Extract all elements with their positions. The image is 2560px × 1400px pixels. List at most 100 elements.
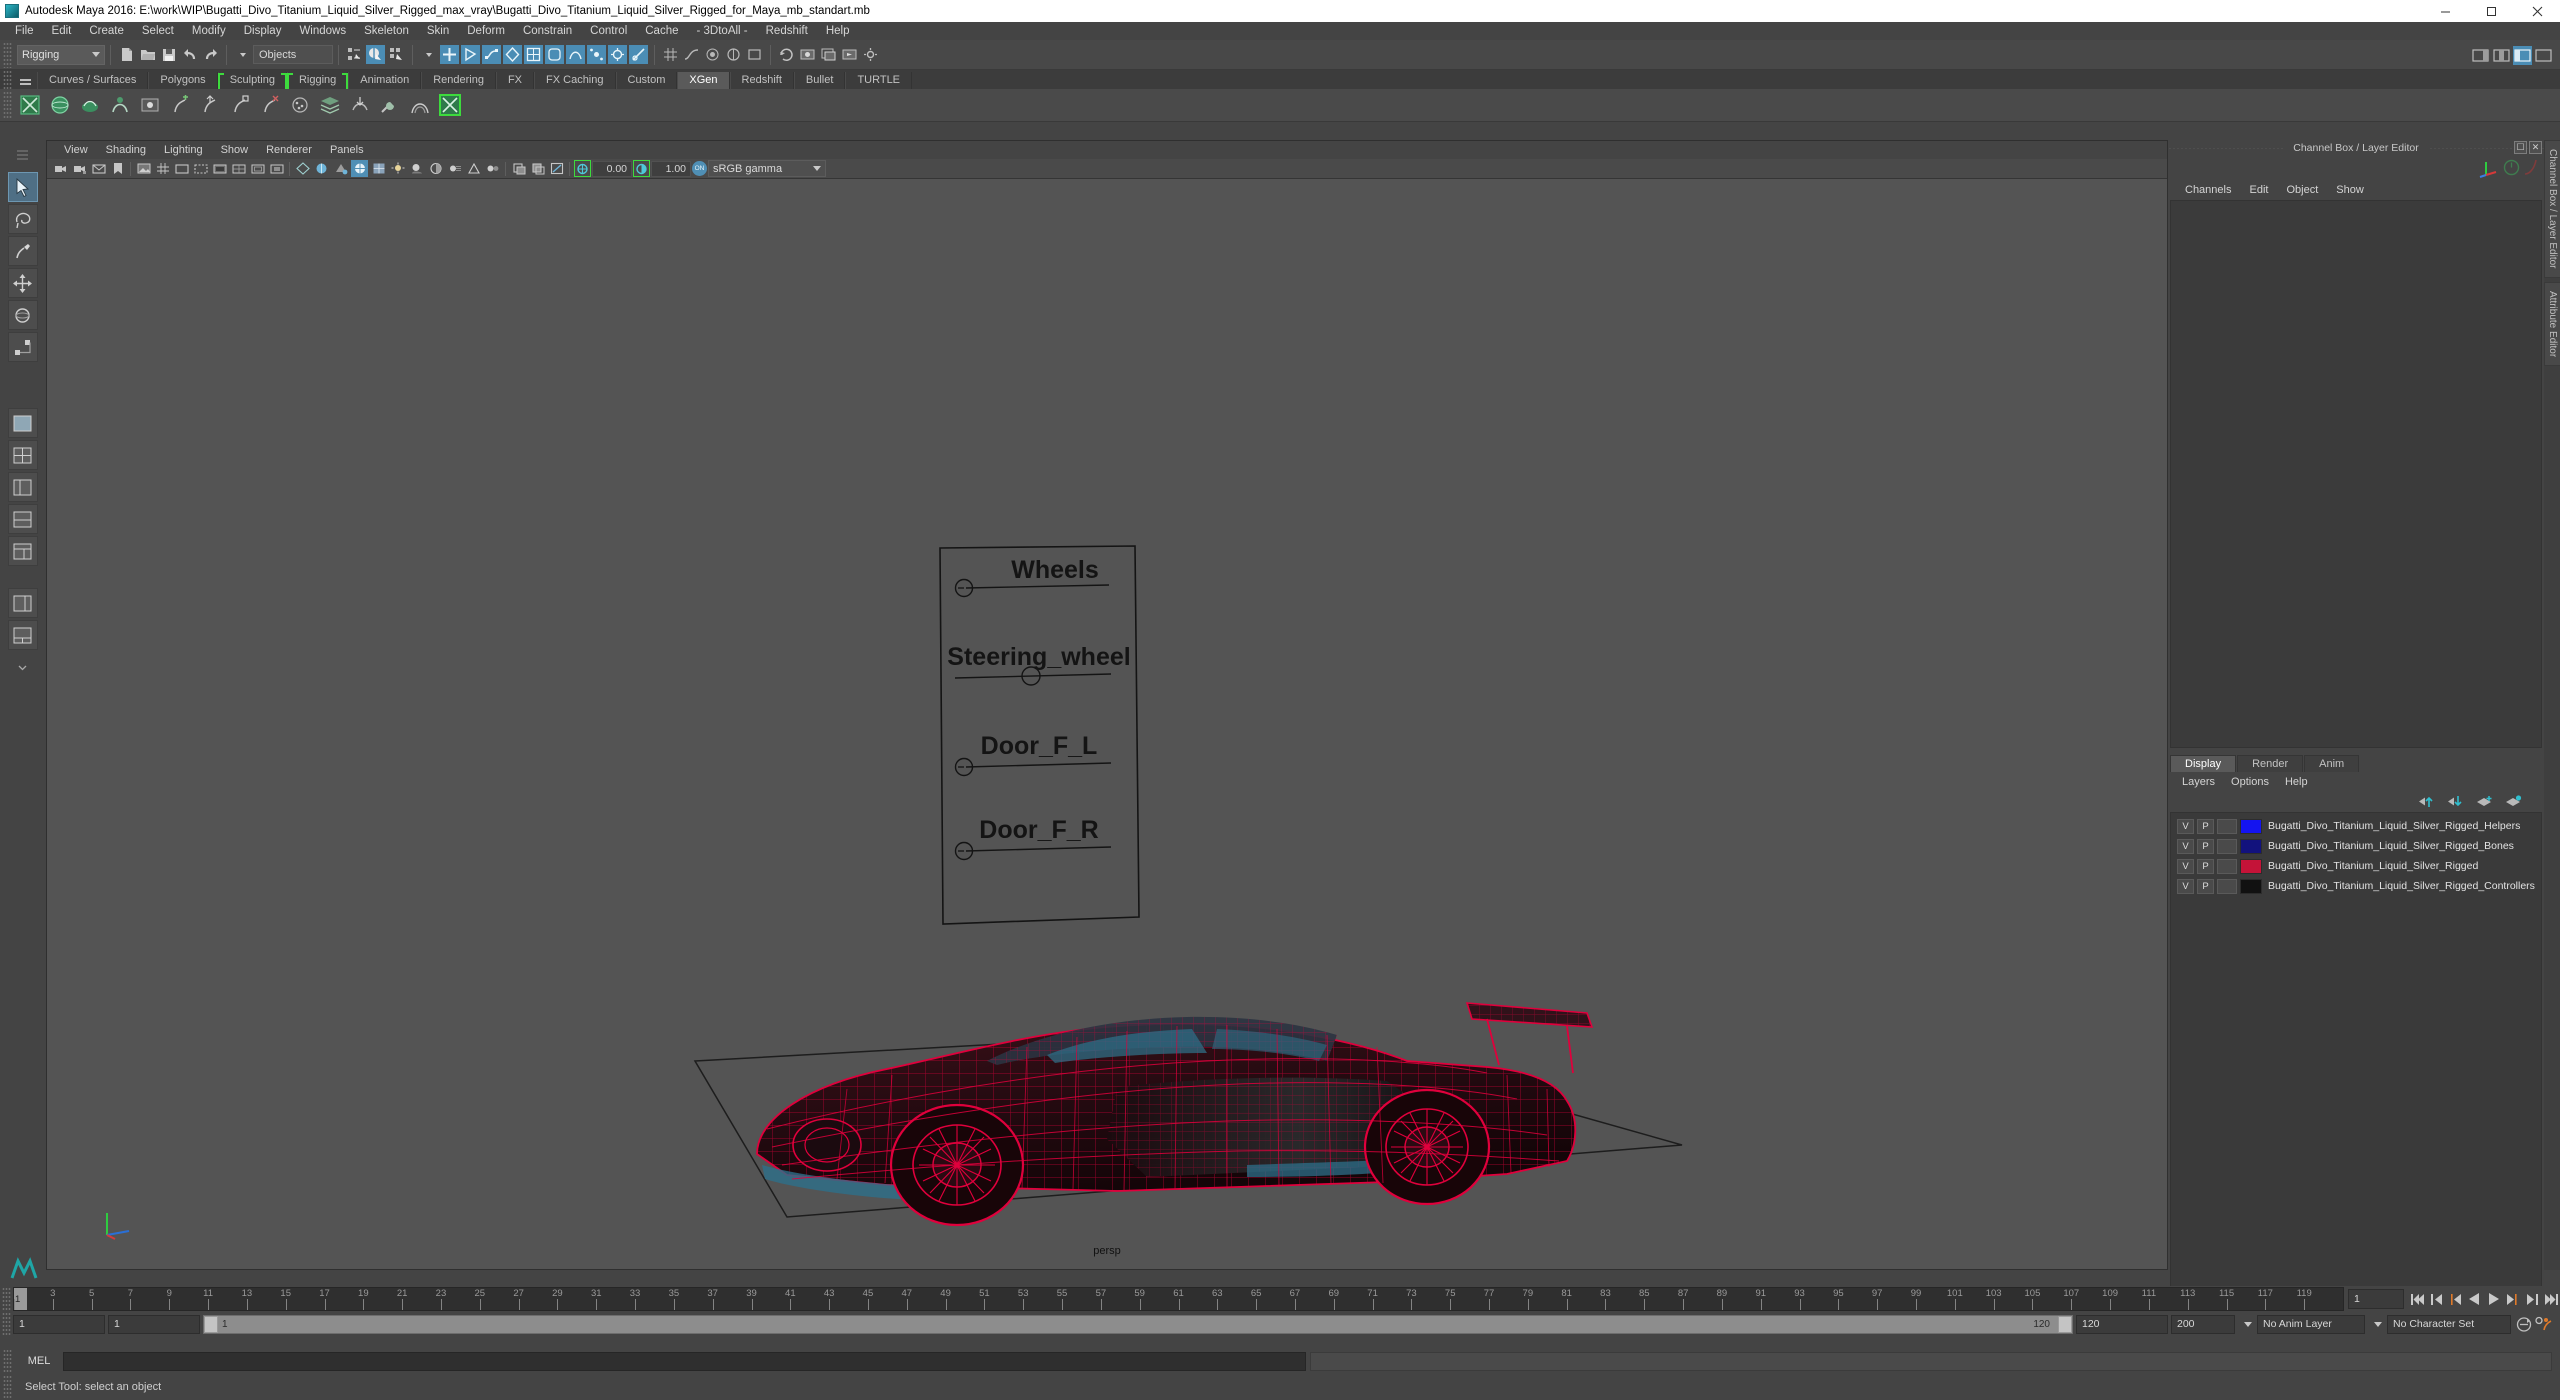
layer-color-swatch[interactable] (2240, 878, 2262, 894)
save-scene-icon[interactable] (159, 45, 178, 64)
smooth-shade-all-icon[interactable] (313, 160, 330, 177)
menu-skeleton[interactable]: Skeleton (355, 22, 418, 40)
step-forward-key-icon[interactable] (2522, 1289, 2541, 1309)
xgen-density-brush-icon[interactable] (287, 92, 313, 119)
xgen-collection-icon[interactable] (317, 92, 343, 119)
xgen-splines-icon[interactable] (77, 92, 103, 119)
move-layer-up-icon[interactable] (2418, 795, 2435, 808)
move-tool-button[interactable] (7, 268, 38, 298)
play-backwards-icon[interactable] (2465, 1289, 2484, 1309)
character-set-selector[interactable]: No Character Set (2387, 1314, 2511, 1334)
lasso-tool-button[interactable] (7, 204, 38, 234)
gate-mask-icon[interactable] (211, 160, 228, 177)
manipulator-axes-icon[interactable] (2478, 158, 2500, 178)
viewport-menu-shading[interactable]: Shading (97, 141, 155, 159)
texture-display-icon[interactable] (370, 160, 387, 177)
snap-curve-icon[interactable] (682, 45, 701, 64)
channel-box-content[interactable] (2170, 200, 2542, 748)
xgen-guides-move-icon[interactable] (197, 92, 223, 119)
use-all-lights-icon[interactable] (389, 160, 406, 177)
play-forwards-icon[interactable] (2484, 1289, 2503, 1309)
viewport-menu-view[interactable]: View (55, 141, 97, 159)
viewport-menu-lighting[interactable]: Lighting (155, 141, 212, 159)
layer-visibility-toggle[interactable]: V (2177, 818, 2194, 834)
selection-mask-chevron-icon[interactable] (233, 45, 252, 64)
layer-tab-anim[interactable]: Anim (2304, 755, 2360, 772)
curve-tangent-icon[interactable] (2523, 158, 2538, 176)
mask-curves-icon[interactable] (482, 45, 501, 64)
sidebar-toggle-none-icon[interactable] (2534, 46, 2553, 65)
redo-icon[interactable] (201, 45, 220, 64)
isolate-select-icon[interactable] (510, 160, 527, 177)
layer-row-bones[interactable]: V P Bugatti_Divo_Titanium_Liquid_Silver_… (2171, 836, 2541, 856)
menu-redshift[interactable]: Redshift (757, 22, 817, 40)
smooth-shade-selected-icon[interactable] (332, 160, 349, 177)
anim-layer-selector[interactable]: No Anim Layer (2257, 1314, 2365, 1334)
safe-action-icon[interactable] (249, 160, 266, 177)
field-chart-icon[interactable] (230, 160, 247, 177)
time-slider-playhead[interactable]: 1 (14, 1288, 27, 1310)
ipr-render-icon[interactable] (840, 45, 859, 64)
xgen-utility-icon[interactable] (377, 92, 403, 119)
go-to-start-icon[interactable] (2408, 1289, 2427, 1309)
layer-playback-toggle[interactable]: P (2197, 838, 2214, 854)
layer-row-controllers[interactable]: V P Bugatti_Divo_Titanium_Liquid_Silver_… (2171, 876, 2541, 896)
depth-of-field-icon[interactable] (484, 160, 501, 177)
auto-keyframe-toggle-icon[interactable] (2514, 1314, 2533, 1334)
range-left-handle[interactable] (204, 1315, 218, 1333)
menu-modify[interactable]: Modify (183, 22, 235, 40)
snap-grid-icon[interactable] (661, 45, 680, 64)
mask-misc-icon[interactable] (629, 45, 648, 64)
go-to-end-icon[interactable] (2541, 1289, 2560, 1309)
xgen-groom-icon[interactable] (107, 92, 133, 119)
wireframe-shading-icon[interactable] (294, 160, 311, 177)
move-layer-down-icon[interactable] (2447, 795, 2464, 808)
shelf-menu-icon[interactable] (17, 73, 33, 86)
panel-close-icon[interactable]: ✕ (2529, 141, 2542, 154)
shelf-tab-fx[interactable]: FX (495, 72, 535, 89)
shelf-tab-custom[interactable]: Custom (615, 72, 678, 89)
paint-select-tool-button[interactable] (7, 236, 38, 266)
shelf-tab-redshift[interactable]: Redshift (729, 72, 794, 89)
menu-display[interactable]: Display (235, 22, 291, 40)
layer-color-swatch[interactable] (2240, 838, 2262, 854)
layer-display-type-toggle[interactable] (2217, 878, 2237, 894)
toolbox-drag-handle[interactable] (8, 140, 38, 170)
help-line-drag-handle[interactable] (3, 1375, 12, 1399)
viewport-menu-show[interactable]: Show (212, 141, 258, 159)
menu-help[interactable]: Help (817, 22, 859, 40)
snap-projected-center-icon[interactable] (724, 45, 743, 64)
menu-create[interactable]: Create (80, 22, 133, 40)
layer-menu-layers[interactable]: Layers (2174, 772, 2223, 792)
panel-undock-icon[interactable]: ☐ (2514, 141, 2527, 154)
mask-dynamics-icon[interactable] (587, 45, 606, 64)
layout-persp-outliner-button[interactable] (7, 588, 38, 618)
display-layer-list[interactable]: V P Bugatti_Divo_Titanium_Liquid_Silver_… (2170, 812, 2542, 1292)
snap-point-icon[interactable] (703, 45, 722, 64)
mask-deformers-icon[interactable] (566, 45, 585, 64)
command-input-field[interactable] (63, 1351, 1306, 1371)
layer-display-type-toggle[interactable] (2217, 838, 2237, 854)
viewport-menu-renderer[interactable]: Renderer (257, 141, 321, 159)
xgen-interactive-groom-icon[interactable] (407, 92, 433, 119)
shelf-drag-handle[interactable] (3, 70, 12, 89)
xgen-export-icon[interactable] (347, 92, 373, 119)
render-view-icon[interactable] (798, 45, 817, 64)
xray-joints-icon[interactable] (548, 160, 565, 177)
xray-icon[interactable] (529, 160, 546, 177)
new-scene-icon[interactable] (117, 45, 136, 64)
channel-menu-edit[interactable]: Edit (2240, 180, 2277, 200)
wireframe-on-shaded-icon[interactable] (351, 160, 368, 177)
mask-polygons-icon[interactable] (524, 45, 543, 64)
command-line-drag-handle[interactable] (3, 1349, 12, 1373)
menu-control[interactable]: Control (581, 22, 636, 40)
shelf-tab-bullet[interactable]: Bullet (793, 72, 846, 89)
layer-playback-toggle[interactable]: P (2197, 858, 2214, 874)
motion-blur-icon[interactable] (446, 160, 463, 177)
open-scene-icon[interactable] (138, 45, 157, 64)
step-back-frame-icon[interactable] (2446, 1289, 2465, 1309)
shelf-tab-polygons[interactable]: Polygons (148, 72, 218, 89)
select-by-component-type-icon[interactable] (387, 45, 406, 64)
range-right-handle[interactable] (2058, 1315, 2072, 1333)
animation-preferences-icon[interactable] (2533, 1314, 2552, 1334)
